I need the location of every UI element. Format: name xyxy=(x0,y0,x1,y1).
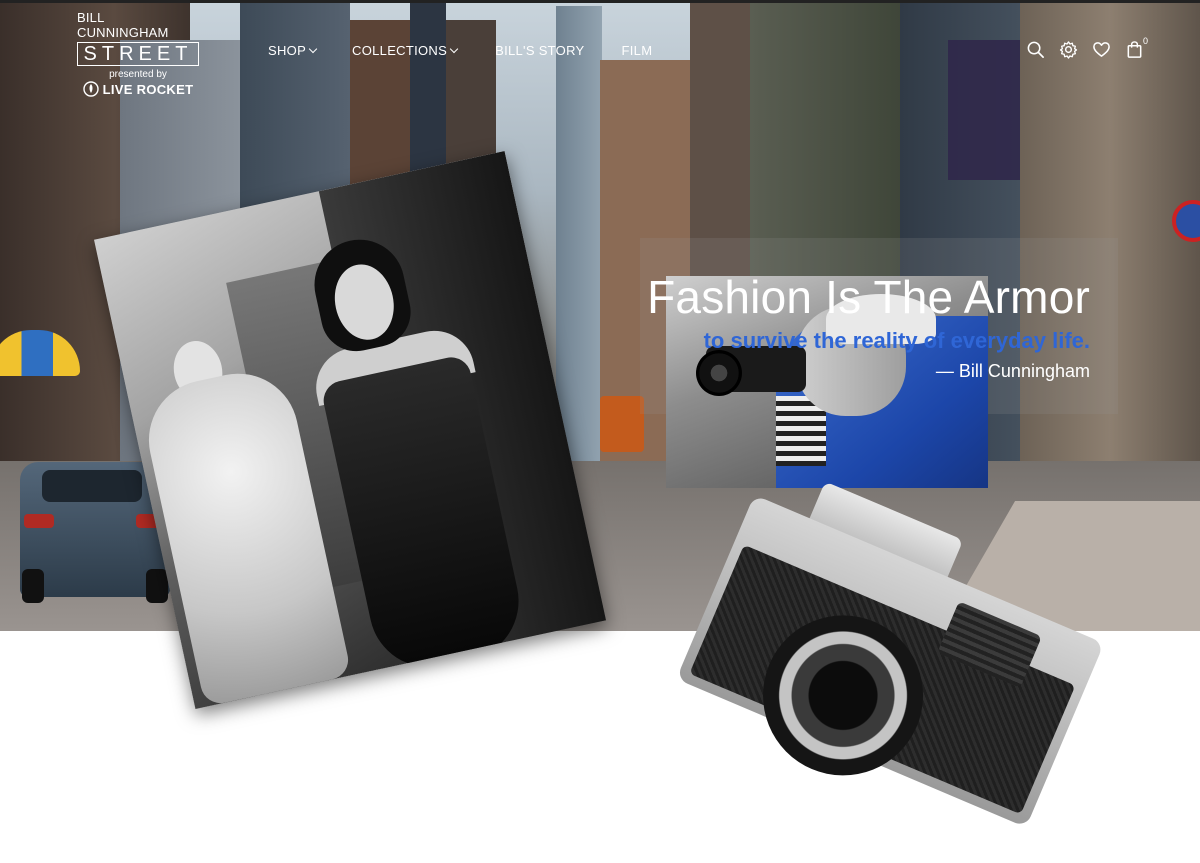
nav-film-label: FILM xyxy=(621,43,653,58)
rocket-icon xyxy=(82,81,99,97)
nav-shop-label: SHOP xyxy=(268,43,307,58)
nav-bills-story[interactable]: BILL'S STORY xyxy=(495,43,584,58)
cart-button[interactable]: 0 xyxy=(1125,36,1148,59)
car-window xyxy=(42,470,142,502)
heart-icon[interactable] xyxy=(1092,40,1111,59)
brand-top-text: BILL CUNNINGHAM xyxy=(77,10,169,40)
sponsor-name: LIVE ROCKET xyxy=(102,81,194,97)
main-nav: SHOP COLLECTIONS BILL'S STORY FILM xyxy=(268,43,652,58)
gear-icon[interactable] xyxy=(1059,40,1078,59)
car-tail-light xyxy=(24,514,54,528)
chevron-down-icon xyxy=(308,44,318,54)
bus xyxy=(600,396,644,452)
search-icon[interactable] xyxy=(1026,40,1045,59)
nav-shop[interactable]: SHOP xyxy=(268,43,318,58)
sponsor-logo: LIVE ROCKET xyxy=(77,81,199,97)
chevron-down-icon xyxy=(449,44,459,54)
shopping-bag-icon xyxy=(1127,41,1142,58)
car-wheel xyxy=(22,569,44,603)
brand-main-text: STREET xyxy=(77,42,199,66)
nav-film[interactable]: FILM xyxy=(622,43,653,58)
top-border xyxy=(0,0,1200,3)
hero-author: — Bill Cunningham xyxy=(935,361,1090,381)
brand-logo[interactable]: BILL CUNNINGHAM STREET presented by LIVE… xyxy=(77,10,199,97)
hero-subtitle: to survive the reality of everyday life. xyxy=(703,328,1090,353)
header-icons: 0 xyxy=(1026,36,1148,59)
hero-quote: Fashion Is The Armor to survive the real… xyxy=(647,270,1090,384)
brand-presented-text: presented by xyxy=(109,69,167,80)
nav-bills-story-label: BILL'S STORY xyxy=(495,43,585,58)
car-wheel xyxy=(146,569,168,603)
nav-collections-label: COLLECTIONS xyxy=(352,43,448,58)
cart-count-badge: 0 xyxy=(1143,36,1149,46)
banner-flag xyxy=(948,40,1020,180)
nav-collections[interactable]: COLLECTIONS xyxy=(352,43,459,58)
hero-title: Fashion Is The Armor xyxy=(647,271,1090,323)
